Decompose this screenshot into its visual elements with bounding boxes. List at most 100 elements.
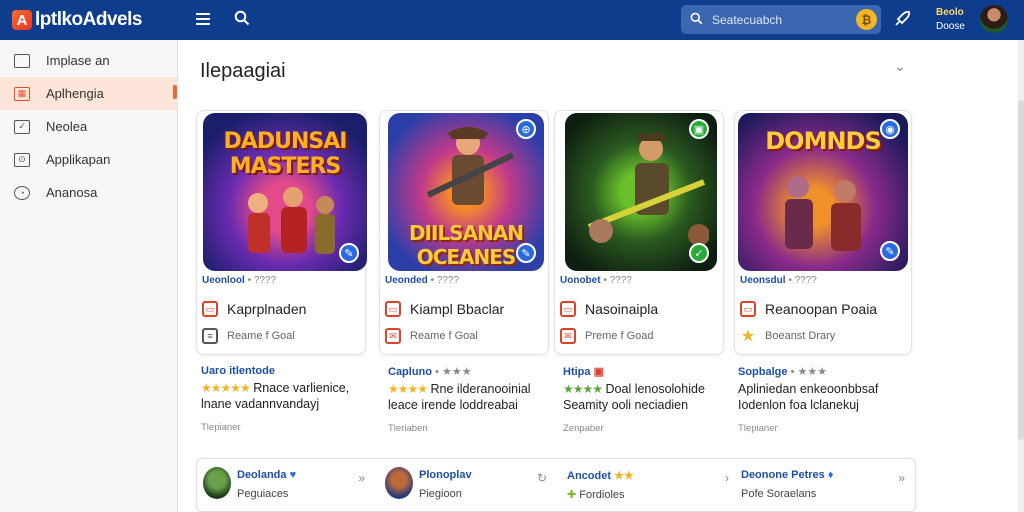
app-info[interactable]: Sopbalge • ★★★ Apliniedan enkeoonbbsaf Io… [738,365,918,434]
list-item-title: Deolanda ♥ [237,469,296,481]
user-subtitle: Doose [936,21,965,32]
bookmark-icon: ▭ [385,301,401,317]
search-bar[interactable]: ₿ [681,5,881,34]
game-card[interactable]: DIILSANAN OCEANES ⊕ ✎ Ueonded • ???? ▭ Ki… [379,110,549,355]
list-item-title-text: Deonone Petres [741,469,825,481]
info-line: lnane vadannvandayj [201,397,320,411]
card-row-secondary: ✉ Preme f Goad [560,328,653,344]
card-row-label: Reame f Goal [410,330,478,342]
info-line: Rne ilderanooinial [430,382,531,396]
sidebar-item-implase[interactable]: Implase an [0,44,177,77]
list-icon: ≡ [202,328,218,344]
logo-text: lptlkoAdvels [35,9,142,30]
list-item-subtitle: Piegioon [419,488,462,500]
refresh-icon[interactable]: ↻ [537,471,547,485]
list-item[interactable]: Ancodet ★★ ✚ Fordioles › [561,459,737,511]
bookmark-icon: ▭ [560,301,576,317]
sidebar-item-aplhengia[interactable]: ▦ Aplhengia [0,77,177,110]
top-header: A lptlkoAdvels ₿ Beolo Doose [0,0,1024,40]
list-item-title-text: Deolanda [237,469,287,481]
game-cover-image[interactable]: DOMNDS ◉ ✎ [738,113,908,271]
info-heading: Htipa ▣ [563,365,733,378]
characters-illustration [587,133,709,246]
verified-icon: ♦ [827,469,834,481]
characters-illustration [248,187,335,254]
sidebar-item-label: Neolea [46,119,88,134]
info-heading-label: Sopbalge [738,366,788,378]
card-meta-label: Ueonded [385,275,428,286]
app-info[interactable]: Capluno • ★★★ ★★★★ Rne ilderanooinial lea… [388,365,558,434]
card-row-primary: ▭ Reanoopan Poaia [740,301,877,317]
user-avatar[interactable] [978,3,1010,35]
list-item-subtitle: ✚ Fordioles [567,488,625,501]
info-line: Seamity ooli neciadien [563,398,689,412]
info-footer: Tleriaben [388,423,428,434]
info-line: leace irende loddreabai [388,398,518,412]
card-row-secondary: ★ Boeanst Drary [740,328,835,345]
rating-stars: ★★★★★ [201,381,251,395]
info-footer: Zenpaber [563,423,604,434]
game-card[interactable]: DOMNDS ◉ ✎ Ueonsdul • ???? ▭ Reanoopan Po… [734,110,912,355]
scrollbar-thumb[interactable] [1018,100,1024,440]
info-heading: Capluno • ★★★ [388,365,558,378]
app-badge-icon: ⊕ [516,119,536,139]
sidebar-item-applikapan[interactable]: ⊙ Applikapan [0,143,177,176]
list-item[interactable]: Deolanda ♥ Peguiaces » [197,459,373,511]
sidebar-item-ananosa[interactable]: ◔ Ananosa [0,176,177,209]
logo-icon: A [12,10,32,30]
rocket-icon[interactable] [892,9,912,29]
page-title: Ilepaagiai [200,60,286,82]
card-row-label: Kaprplnaden [227,301,307,317]
app-badge-icon: ✎ [339,243,359,263]
app-logo[interactable]: A lptlkoAdvels [12,9,182,31]
grid-icon: ▦ [14,86,30,101]
search-icon[interactable] [232,8,252,28]
list-item[interactable]: Plonoplav Piegioon ↻ [379,459,555,511]
chevron-down-icon[interactable]: ⌄ [894,58,906,75]
card-row-secondary: ✉ Reame f Goal [385,328,478,344]
card-row-label: Reame f Goal [227,330,295,342]
card-meta-label: Uonobet [560,275,601,286]
sidebar-item-label: Implase an [46,53,110,68]
hamburger-menu-icon[interactable] [196,10,210,28]
info-heading-rating: • ★★★ [435,366,472,378]
card-row-secondary: ≡ Reame f Goal [202,328,295,344]
avatar [203,467,231,499]
info-heading: Uaro itlentode [201,365,275,377]
chevron-right-icon[interactable]: › [725,471,729,485]
game-cover-image[interactable]: DIILSANAN OCEANES ⊕ ✎ [388,113,544,271]
folder-icon [14,53,30,68]
card-row-primary: ▭ Kaprplnaden [202,301,306,317]
card-meta: Ueonded • ???? [385,275,459,286]
info-description: ★★★★ Doal lenosolohide Seamity ooli necia… [563,381,733,413]
scrollbar[interactable] [1018,40,1024,512]
list-item-subtitle: Peguiaces [237,488,289,500]
user-info[interactable]: Beolo Doose [936,6,965,34]
verified-icon: ♥ [289,469,297,481]
game-cover-image[interactable]: DADUNSAI MASTERS ✎ [203,113,367,271]
card-meta-label: Ueonsdul [740,275,786,286]
info-line: Apliniedan enkeoonbbsaf [738,382,879,396]
game-cover-image[interactable]: ▣ ✓ [565,113,717,271]
info-description: Apliniedan enkeoonbbsaf Iodenlon foa lcla… [738,381,918,413]
card-row-primary: ▭ Kiampl Bbaclar [385,301,504,317]
game-card[interactable]: DADUNSAI MASTERS ✎ Ueonlool • ???? ▭ Kapr… [196,110,367,355]
mail-icon: ✉ [560,328,576,344]
chevron-right-icon[interactable]: » [358,471,365,485]
app-info[interactable]: Htipa ▣ ★★★★ Doal lenosolohide Seamity oo… [563,365,733,434]
search-input[interactable] [712,12,842,27]
list-item-title-text: Plonoplav [419,469,472,481]
info-heading-label: Capluno [388,366,432,378]
sidebar-item-label: Applikapan [46,152,111,167]
app-badge-icon: ◉ [880,119,900,139]
coin-icon[interactable]: ₿ [856,9,877,30]
app-info[interactable]: Uaro itlentode ★★★★★ Rnace varlienice, ln… [201,365,371,433]
chevron-right-icon[interactable]: » [898,471,905,485]
characters-illustration [426,127,515,205]
card-meta: Ueonlool • ???? [202,275,276,286]
list-item[interactable]: Deonone Petres ♦ Pofe Soraelans » [737,459,913,511]
game-card[interactable]: ▣ ✓ Uonobet • ???? ▭ Nasoinaipla ✉ Preme f… [554,110,724,355]
sidebar-item-neolea[interactable]: ✓ Neolea [0,110,177,143]
info-heading-rating: • ★★★ [790,366,828,378]
app-badge-icon: ✓ [689,243,709,263]
